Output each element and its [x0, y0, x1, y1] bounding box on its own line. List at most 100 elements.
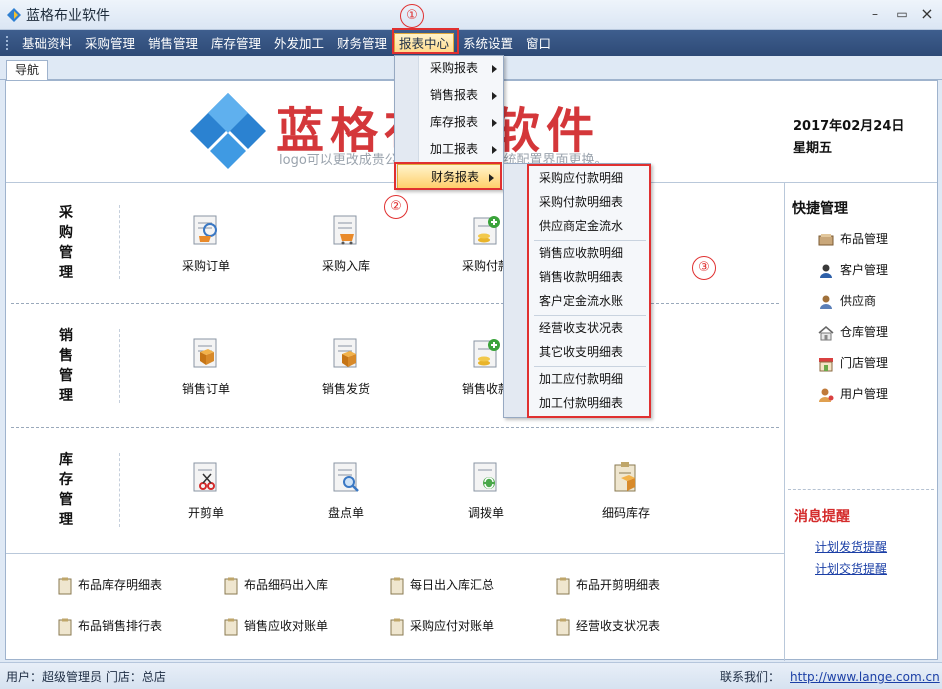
dropdown-icon-strip — [504, 164, 528, 417]
menu-stock[interactable]: 库存管理 — [207, 34, 265, 53]
section-divider — [119, 453, 120, 527]
submenu-arrow-icon — [492, 146, 497, 154]
tile-purchase-inbound[interactable]: 采购入库 — [301, 214, 391, 274]
clipboard-icon — [58, 618, 72, 635]
report-link-sales-ranking[interactable]: 布品销售排行表 — [58, 616, 162, 636]
cutting-order-icon — [193, 462, 217, 492]
status-contact: 联系我们： http://www.lange.com.cn — [720, 670, 940, 684]
annotation-box-report-center — [392, 28, 459, 54]
menu-finance[interactable]: 财务管理 — [333, 34, 391, 53]
current-weekday: 星期五 — [793, 141, 833, 156]
tile-label: 开剪单 — [187, 506, 224, 520]
tab-navigation[interactable]: 导航 — [6, 60, 48, 81]
clipboard-icon — [556, 577, 570, 594]
menu-basic-data[interactable]: 基础资料 — [18, 34, 76, 53]
quick-link-store[interactable]: 门店管理 — [818, 353, 888, 373]
menu-sales[interactable]: 销售管理 — [144, 34, 202, 53]
status-bar: 用户：超级管理员 门店：总店 联系我们： http://www.lange.com… — [0, 662, 942, 689]
menu-bar: 基础资料 采购管理 销售管理 库存管理 外发加工 财务管理 报表中心 系统设置 … — [0, 30, 942, 56]
contact-url-link[interactable]: http://www.lange.com.cn — [790, 670, 940, 684]
right-panel-separator — [788, 489, 934, 490]
restore-button[interactable]: ▭ — [891, 4, 913, 24]
menu-outsourcing[interactable]: 外发加工 — [270, 34, 328, 53]
quick-link-warehouse[interactable]: 仓库管理 — [818, 322, 888, 342]
quick-link-user[interactable]: 用户管理 — [818, 384, 888, 404]
purchase-inbound-icon — [333, 215, 357, 245]
fabric-icon — [818, 233, 834, 245]
menu-sales-report[interactable]: 销售报表 — [397, 83, 503, 108]
tile-label: 盘点单 — [327, 506, 364, 520]
menu-grip — [6, 36, 10, 50]
tile-sales-order[interactable]: 销售订单 — [161, 337, 251, 397]
clipboard-icon — [390, 618, 404, 635]
sales-order-icon — [193, 338, 217, 368]
tile-label: 销售订单 — [181, 382, 230, 396]
fine-stock-icon — [614, 462, 636, 492]
stocktake-icon — [333, 462, 359, 492]
app-logo-icon — [7, 8, 21, 22]
company-logo-icon — [190, 93, 266, 169]
report-link-daily-inout[interactable]: 每日出入库汇总 — [390, 575, 494, 595]
annotation-marker-1: ① — [400, 4, 424, 28]
tile-label: 采购订单 — [181, 259, 230, 273]
menu-processing-report[interactable]: 加工报表 — [397, 137, 503, 162]
link-planned-delivery[interactable]: 计划交货提醒 — [815, 560, 887, 577]
menu-purchase[interactable]: 采购管理 — [81, 34, 139, 53]
tile-cutting-order[interactable]: 开剪单 — [161, 461, 251, 521]
clipboard-icon — [224, 618, 238, 635]
section-separator — [11, 303, 779, 304]
clipboard-icon — [224, 577, 238, 594]
report-link-payable-statement[interactable]: 采购应付对账单 — [390, 616, 494, 636]
annotation-box-finance-report — [394, 162, 502, 190]
section-divider — [119, 329, 120, 403]
purchase-payment-icon — [473, 216, 500, 245]
warehouse-icon — [818, 325, 834, 340]
current-date: 2017年02月24日 — [793, 119, 905, 134]
title-bar: 蓝格布业软件 – ▭ × — [0, 0, 942, 30]
menu-purchase-report[interactable]: 采购报表 — [397, 56, 503, 81]
status-user-store: 用户：超级管理员 门店：总店 — [6, 670, 166, 684]
menu-window[interactable]: 窗口 — [522, 34, 555, 53]
submenu-arrow-icon — [492, 92, 497, 100]
tile-transfer-order[interactable]: 调拨单 — [441, 461, 531, 521]
store-icon — [819, 357, 833, 371]
sales-delivery-icon — [333, 338, 357, 368]
tile-label: 细码库存 — [601, 506, 650, 520]
annotation-marker-3: ③ — [692, 256, 716, 280]
report-link-cutting-detail[interactable]: 布品开剪明细表 — [556, 575, 660, 595]
tile-label: 采购入库 — [321, 259, 370, 273]
report-link-fine-inout[interactable]: 布品细码出入库 — [224, 575, 328, 595]
section-label-sales: 销售管理 — [59, 328, 73, 404]
right-panel-divider — [784, 182, 785, 661]
close-button[interactable]: × — [916, 4, 938, 24]
customer-icon — [820, 264, 832, 278]
section-label-stock: 库存管理 — [59, 452, 73, 528]
tile-label: 销售发货 — [321, 382, 370, 396]
transfer-order-icon — [473, 462, 497, 492]
user-icon — [819, 388, 834, 402]
minimize-button[interactable]: – — [864, 4, 886, 24]
submenu-arrow-icon — [492, 119, 497, 127]
section-divider — [119, 205, 120, 279]
reports-divider — [6, 553, 784, 554]
report-link-stock-detail[interactable]: 布品库存明细表 — [58, 575, 162, 595]
menu-stock-report[interactable]: 库存报表 — [397, 110, 503, 135]
purchase-order-icon — [193, 215, 217, 245]
tile-fine-stock[interactable]: 细码库存 — [581, 461, 671, 521]
supplier-icon — [820, 295, 832, 309]
link-planned-shipment[interactable]: 计划发货提醒 — [815, 538, 887, 555]
quick-manage-title: 快捷管理 — [792, 201, 848, 217]
annotation-box-finance-submenu — [527, 164, 651, 418]
report-link-business-income[interactable]: 经营收支状况表 — [556, 616, 660, 636]
quick-link-supplier[interactable]: 供应商 — [818, 291, 876, 311]
tile-purchase-order[interactable]: 采购订单 — [161, 214, 251, 274]
menu-system-settings[interactable]: 系统设置 — [459, 34, 517, 53]
section-separator — [11, 427, 779, 428]
tile-label: 调拨单 — [467, 506, 504, 520]
report-link-receivable-statement[interactable]: 销售应收对账单 — [224, 616, 328, 636]
tile-stocktake[interactable]: 盘点单 — [301, 461, 391, 521]
quick-link-customer[interactable]: 客户管理 — [818, 260, 888, 280]
annotation-marker-2: ② — [384, 195, 408, 219]
quick-link-fabric[interactable]: 布品管理 — [818, 229, 888, 249]
tile-sales-delivery[interactable]: 销售发货 — [301, 337, 391, 397]
